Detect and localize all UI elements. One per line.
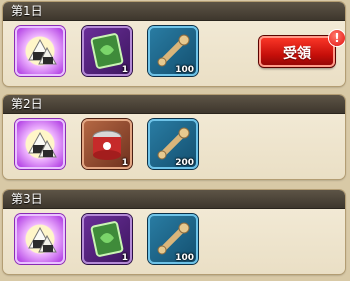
item-qty: 1 [121, 65, 128, 75]
item-qty: 100 [175, 65, 194, 75]
day-panel-1: 第1日 1 100 受領 ! [3, 2, 345, 86]
item-qty: 1 [121, 253, 128, 263]
day-panel-3: 第3日 1 100 [3, 190, 345, 274]
item-qty: 1 [121, 158, 128, 168]
item-qty: 200 [175, 158, 194, 168]
rice-ball-item[interactable] [15, 26, 65, 76]
ticket-item[interactable]: 1 [82, 214, 132, 264]
item-qty: 100 [175, 253, 194, 263]
rice-ball-item[interactable] [15, 214, 65, 264]
claim-button-label: 受領 [283, 46, 311, 62]
day-label: 第2日 [11, 97, 43, 111]
day-label: 第1日 [11, 4, 43, 18]
ticket-item[interactable]: 1 [82, 26, 132, 76]
alert-badge: ! [329, 30, 345, 46]
day-label: 第3日 [11, 192, 43, 206]
bone-key-item[interactable]: 200 [148, 119, 198, 169]
day-header: 第3日 [3, 190, 345, 209]
rice-ball-icon [28, 226, 57, 253]
claim-button[interactable]: 受領 ! [259, 30, 345, 67]
rice-ball-icon [28, 131, 57, 158]
rice-ball-item[interactable] [15, 119, 65, 169]
rice-ball-icon [28, 38, 57, 65]
day-header: 第1日 [3, 2, 345, 21]
day-panel-2: 第2日 1 200 [3, 95, 345, 179]
pet-food-can-item[interactable]: 1 [82, 119, 132, 169]
day-header: 第2日 [3, 95, 345, 114]
bone-key-item[interactable]: 100 [148, 214, 198, 264]
bone-key-item[interactable]: 100 [148, 26, 198, 76]
